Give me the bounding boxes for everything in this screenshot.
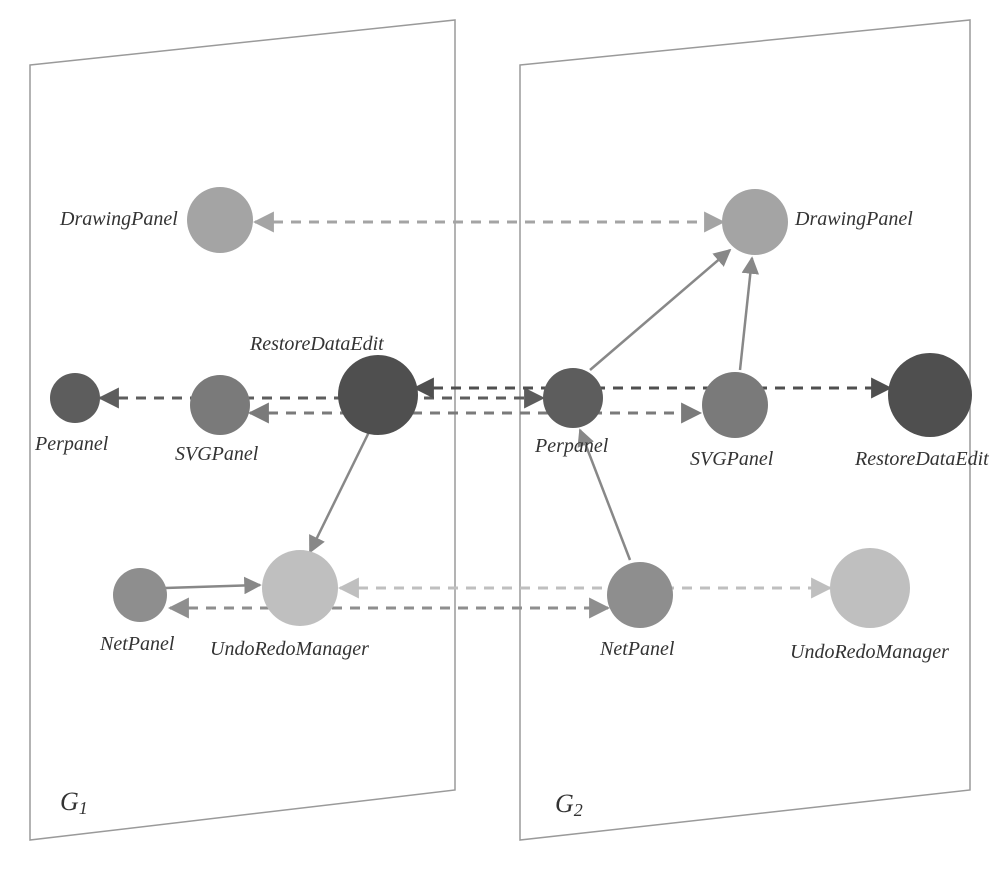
label-g2-svgpanel: SVGPanel <box>690 448 774 470</box>
node-g2-undoredomanager <box>830 548 910 628</box>
node-g1-undoredomanager <box>262 550 338 626</box>
edge-g2-svg-to-drawing <box>740 258 752 370</box>
label-g2-restoredataedit: RestoreDataEdit <box>854 448 989 470</box>
label-g2-drawingpanel: DrawingPanel <box>794 208 913 230</box>
node-g1-restoredataedit <box>338 355 418 435</box>
label-g1-drawingpanel: DrawingPanel <box>59 208 178 230</box>
label-g2-netpanel: NetPanel <box>599 638 675 660</box>
node-g2-restoredataedit <box>888 353 972 437</box>
diagram-canvas: DrawingPanel Perpanel SVGPanel RestoreDa… <box>0 0 1000 870</box>
node-g2-netpanel <box>607 562 673 628</box>
node-g1-perpanel <box>50 373 100 423</box>
label-g1-restoredataedit: RestoreDataEdit <box>249 333 384 355</box>
node-g1-netpanel <box>113 568 167 622</box>
label-g1-undoredomanager: UndoRedoManager <box>210 638 369 660</box>
label-g1-svgpanel: SVGPanel <box>175 443 259 465</box>
node-g1-svgpanel <box>190 375 250 435</box>
label-g1-netpanel: NetPanel <box>99 633 175 655</box>
edge-g1-net-to-undo <box>165 585 260 588</box>
node-g1-drawingpanel <box>187 187 253 253</box>
node-g2-svgpanel <box>702 372 768 438</box>
label-g2-perpanel: Perpanel <box>534 435 609 457</box>
edge-g2-perpanel-to-drawing <box>590 250 730 370</box>
label-g2-undoredomanager: UndoRedoManager <box>790 641 949 663</box>
edge-g1-restore-to-undo <box>310 430 370 552</box>
node-g2-drawingpanel <box>722 189 788 255</box>
node-g2-perpanel <box>543 368 603 428</box>
label-g2: G2 <box>555 789 583 820</box>
label-g1: G1 <box>60 787 88 818</box>
label-g1-perpanel: Perpanel <box>34 433 109 455</box>
